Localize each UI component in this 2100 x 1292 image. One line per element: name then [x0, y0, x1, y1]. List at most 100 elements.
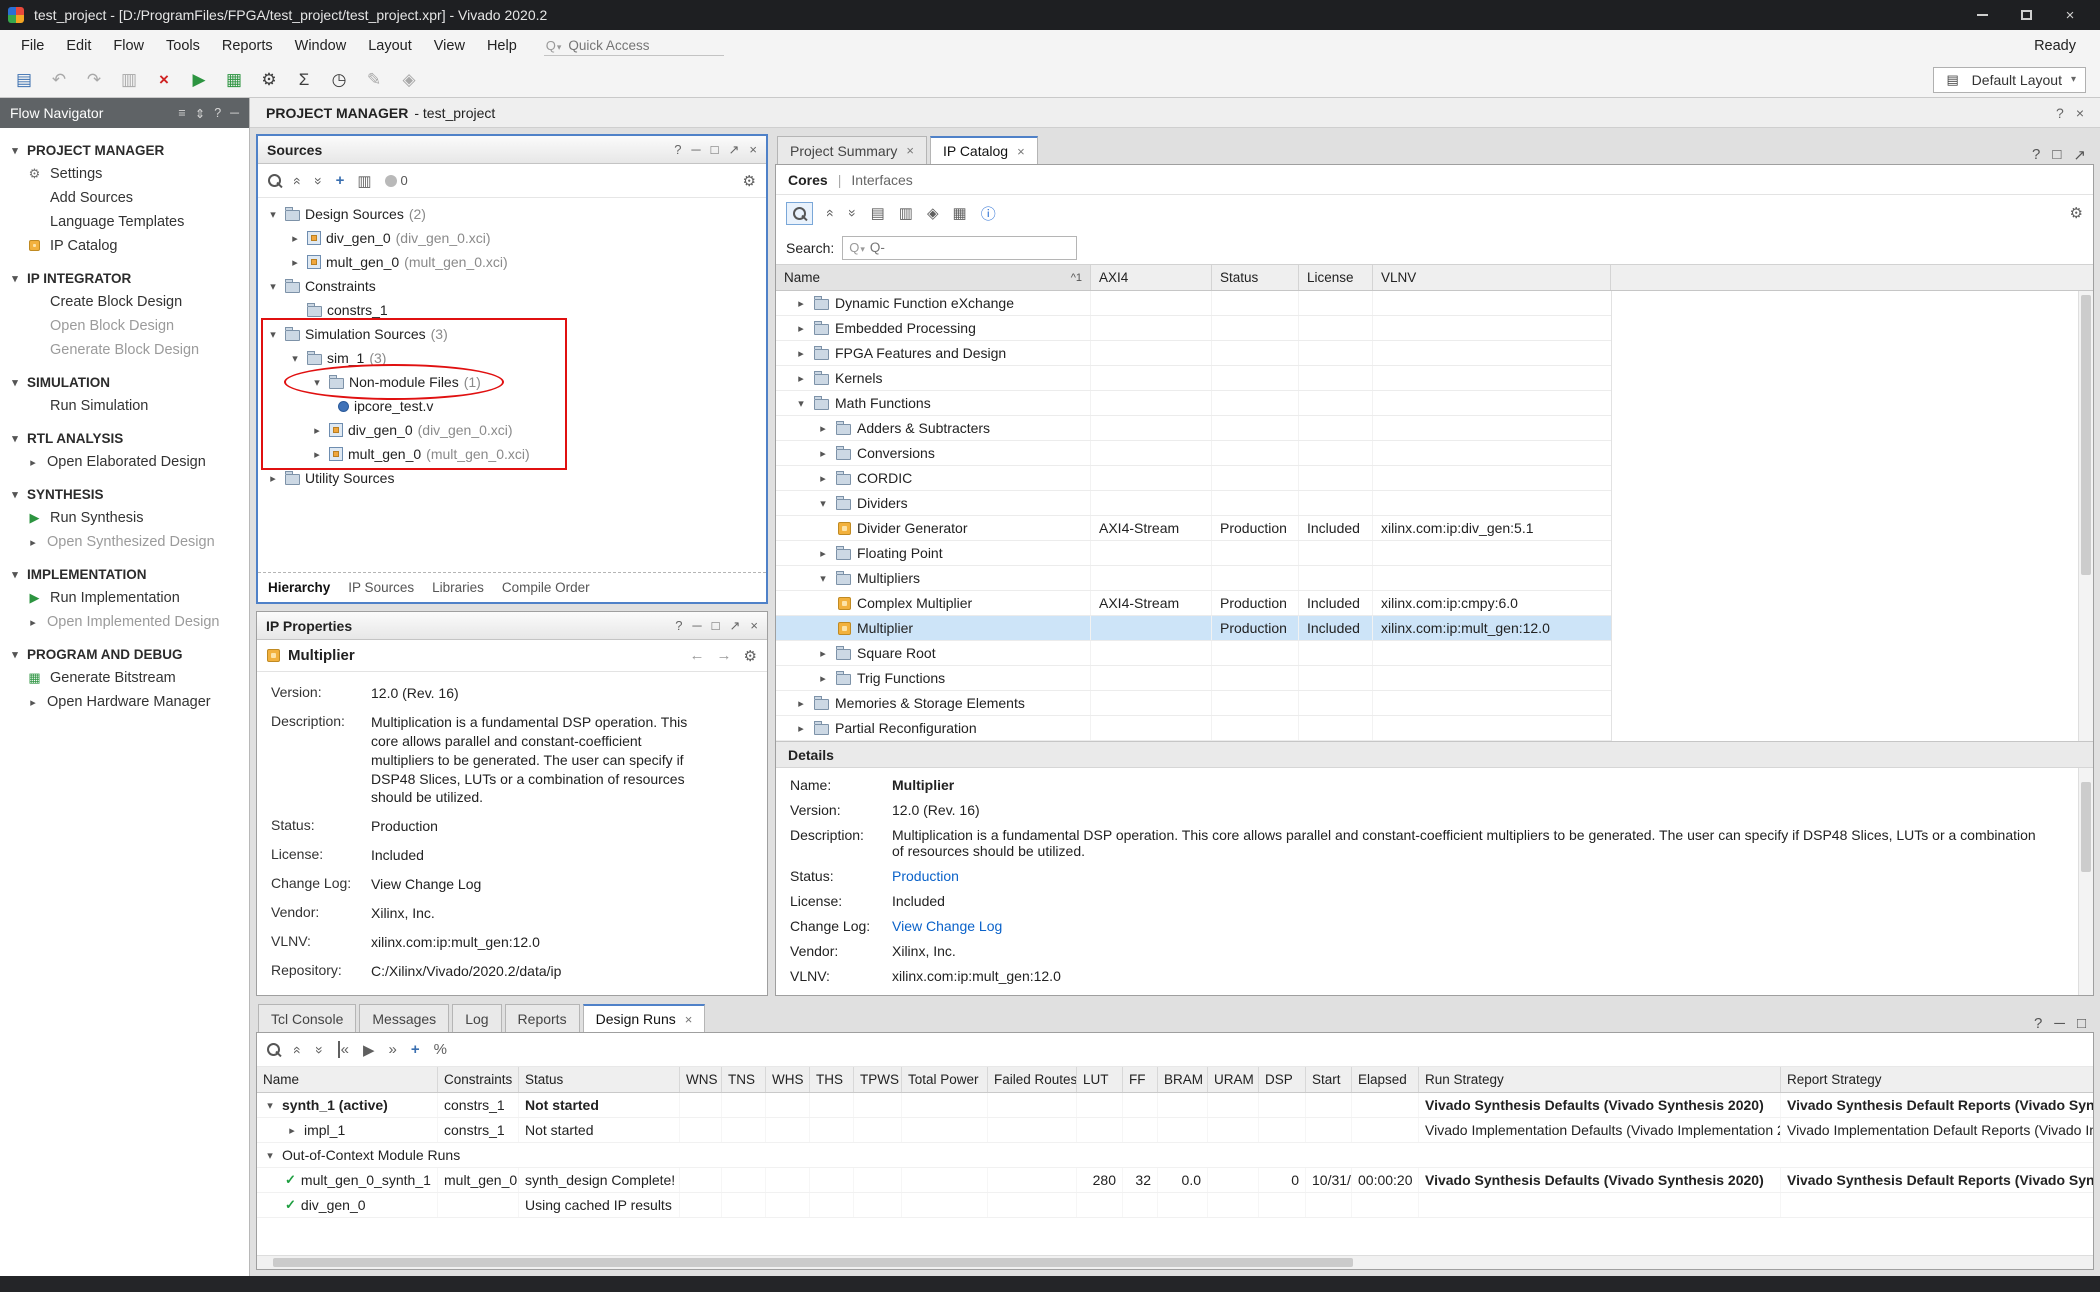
catalog-row-multipliers[interactable]: Multipliers — [776, 566, 1611, 591]
catalog-row-multiplier-selected[interactable]: MultiplierProductionIncludedxilinx.com:i… — [776, 616, 1611, 641]
chevron-down-icon[interactable] — [266, 280, 280, 293]
sidebar-item-open-implemented-design[interactable]: Open Implemented Design — [0, 610, 249, 634]
chevron-down-icon[interactable] — [310, 376, 324, 389]
menu-view[interactable]: View — [423, 33, 476, 59]
chevron-right-icon[interactable] — [285, 1124, 299, 1137]
catalog-row[interactable]: Dynamic Function eXchange — [776, 291, 1611, 316]
catalog-row-complex-multiplier[interactable]: Complex MultiplierAXI4-StreamProductionI… — [776, 591, 1611, 616]
search-input[interactable] — [870, 240, 1050, 255]
run-row-impl-1[interactable]: impl_1 constrs_1 Not started Vivado Impl… — [257, 1118, 2093, 1143]
column-header[interactable]: LUT — [1077, 1067, 1123, 1092]
quick-access-input[interactable] — [568, 38, 698, 53]
tab-project-summary[interactable]: Project Summary× — [777, 136, 927, 164]
chevron-right-icon[interactable] — [816, 547, 830, 560]
chevron-right-icon[interactable] — [816, 447, 830, 460]
column-header[interactable]: Run Strategy — [1419, 1067, 1781, 1092]
close-button[interactable]: × — [2048, 0, 2092, 30]
undo-icon[interactable]: ↶ — [49, 70, 69, 90]
chevron-right-icon[interactable] — [310, 424, 324, 437]
chevron-right-icon[interactable] — [816, 422, 830, 435]
maximize-icon[interactable]: □ — [2052, 146, 2061, 164]
maximize-icon[interactable]: □ — [2077, 1015, 2086, 1032]
chevron-right-icon[interactable] — [288, 232, 302, 245]
column-header[interactable]: Start — [1306, 1067, 1352, 1092]
catalog-row[interactable]: Memories & Storage Elements — [776, 691, 1611, 716]
column-header[interactable]: THS — [810, 1067, 854, 1092]
minimize-icon[interactable]: ─ — [2054, 1015, 2065, 1032]
tab-hierarchy[interactable]: Hierarchy — [266, 576, 332, 599]
step-to-start-icon[interactable]: « — [338, 1041, 349, 1058]
cancel-run-icon[interactable]: × — [154, 70, 174, 90]
menu-reports[interactable]: Reports — [211, 33, 284, 59]
sidebar-item-generate-block-design[interactable]: Generate Block Design — [0, 338, 249, 362]
column-header[interactable]: Report Strategy — [1781, 1067, 2093, 1092]
menu-edit[interactable]: Edit — [55, 33, 102, 59]
column-header-status[interactable]: Status — [1212, 265, 1299, 290]
run-icon[interactable]: ▶ — [189, 70, 209, 90]
run-all-icon[interactable]: ▦ — [224, 70, 244, 90]
help-icon[interactable]: ? — [2032, 146, 2040, 164]
sidebar-item-language-templates[interactable]: Language Templates — [0, 210, 249, 234]
tree-row-sim-1[interactable]: sim_1(3) — [258, 346, 766, 370]
section-header[interactable]: IMPLEMENTATION — [0, 563, 249, 586]
section-header[interactable]: IP INTEGRATOR — [0, 267, 249, 290]
sidebar-item-run-simulation[interactable]: Run Simulation — [0, 394, 249, 418]
chevron-right-icon[interactable] — [816, 647, 830, 660]
close-icon[interactable]: × — [685, 1012, 693, 1027]
chevron-right-icon[interactable] — [816, 672, 830, 685]
menu-icon[interactable]: ≡ — [178, 106, 185, 121]
debug-probe-icon[interactable]: ◈ — [399, 70, 419, 90]
chevron-right-icon[interactable] — [288, 256, 302, 269]
sidebar-item-open-hardware-manager[interactable]: Open Hardware Manager — [0, 690, 249, 714]
chevron-right-icon[interactable] — [794, 297, 808, 310]
close-icon[interactable]: × — [1017, 144, 1025, 159]
minimize-icon[interactable]: ─ — [230, 106, 239, 121]
column-header[interactable]: DSP — [1259, 1067, 1306, 1092]
menu-help[interactable]: Help — [476, 33, 528, 59]
help-icon[interactable]: ? — [2056, 105, 2064, 121]
minimize-icon[interactable]: ─ — [691, 142, 700, 157]
details-scrollbar[interactable] — [2078, 768, 2093, 995]
run-row-div-gen[interactable]: ✓div_gen_0 Using cached IP results — [257, 1193, 2093, 1218]
expand-collapse-icon[interactable]: ⇕ — [195, 106, 205, 121]
search-toggle-button[interactable] — [786, 202, 813, 225]
chevron-right-icon[interactable] — [266, 472, 280, 485]
changelog-link[interactable]: View Change Log — [371, 875, 481, 894]
tab-ip-sources[interactable]: IP Sources — [346, 576, 416, 599]
flat-view-icon[interactable]: ▥ — [899, 204, 913, 222]
chevron-down-icon[interactable] — [288, 352, 302, 365]
float-icon[interactable]: ↗ — [729, 142, 740, 158]
maximize-icon[interactable]: □ — [712, 618, 720, 633]
fast-forward-icon[interactable]: » — [388, 1041, 396, 1058]
catalog-row[interactable]: Partial Reconfiguration — [776, 716, 1611, 741]
column-header[interactable]: WHS — [766, 1067, 810, 1092]
settings-gear-icon[interactable]: ⚙ — [259, 70, 279, 90]
help-icon[interactable]: ? — [675, 618, 682, 633]
tab-design-runs[interactable]: Design Runs× — [583, 1004, 706, 1032]
tree-row-mult-gen-sim[interactable]: mult_gen_0(mult_gen_0.xci) — [258, 442, 766, 466]
chevron-down-icon[interactable] — [266, 328, 280, 341]
chevron-right-icon[interactable] — [794, 347, 808, 360]
menu-tools[interactable]: Tools — [155, 33, 211, 59]
scrollbar-thumb[interactable] — [273, 1258, 1353, 1267]
tree-row-design-sources[interactable]: Design Sources(2) — [258, 202, 766, 226]
minimize-icon[interactable]: ─ — [692, 618, 701, 633]
sidebar-item-run-synthesis[interactable]: ▶Run Synthesis — [0, 506, 249, 530]
status-link[interactable]: Production — [892, 868, 2079, 884]
chevron-down-icon[interactable] — [816, 497, 830, 510]
close-icon[interactable]: × — [750, 618, 758, 633]
chevron-down-icon[interactable] — [816, 572, 830, 585]
tree-row-constraints[interactable]: Constraints — [258, 274, 766, 298]
column-header-license[interactable]: License — [1299, 265, 1373, 290]
collapse-all-icon[interactable]: « — [290, 177, 306, 185]
chevron-right-icon[interactable] — [816, 472, 830, 485]
subtab-interfaces[interactable]: Interfaces — [851, 172, 912, 188]
gear-icon[interactable]: ⚙ — [743, 172, 756, 190]
column-header[interactable]: Constraints — [438, 1067, 519, 1092]
expand-all-icon[interactable]: » — [311, 177, 327, 185]
layout-selector[interactable]: ▤ Default Layout ▾ — [1933, 67, 2086, 93]
horizontal-scrollbar[interactable] — [257, 1255, 2093, 1269]
copy-icon[interactable]: ▥ — [119, 70, 139, 90]
changelog-link[interactable]: View Change Log — [892, 918, 2079, 934]
gear-icon[interactable]: ⚙ — [2070, 204, 2083, 222]
